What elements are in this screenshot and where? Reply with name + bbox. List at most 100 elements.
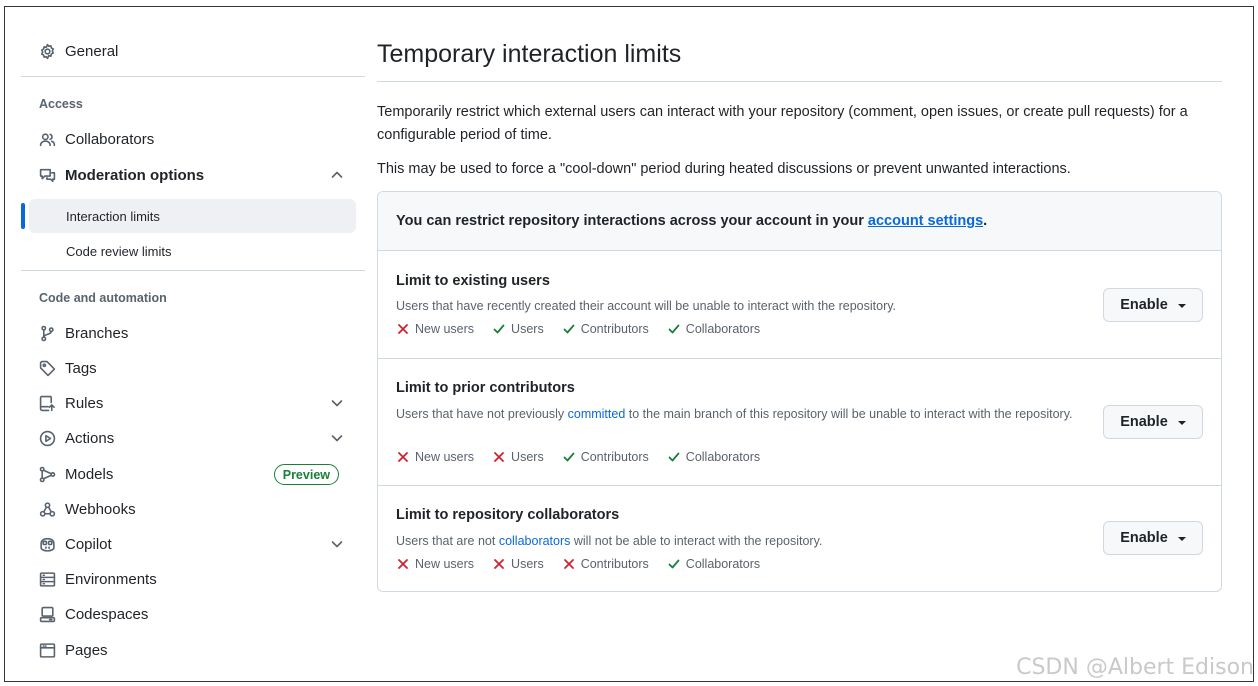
preview-badge: Preview [273, 464, 339, 485]
sidebar-item-tags[interactable]: Tags [21, 351, 357, 385]
limit-row-existing-users: Limit to existing users Users that have … [378, 251, 1221, 358]
sidebar-item-label: Actions [65, 429, 115, 447]
collaborators-link[interactable]: collaborators [499, 534, 571, 548]
watermark: CSDN @Albert Edison [1016, 655, 1254, 680]
sidebar-divider [21, 270, 365, 271]
enable-button-label: Enable [1120, 530, 1168, 546]
perm-contributors: Contributors [562, 557, 649, 571]
sidebar-item-label: Collaborators [65, 130, 155, 148]
limit-row-prior-contributors: Limit to prior contributors Users that h… [378, 358, 1221, 485]
repo-push-icon [38, 394, 56, 412]
enable-button[interactable]: Enable [1103, 288, 1203, 322]
people-icon [38, 130, 56, 148]
sidebar-item-label: Copilot [65, 535, 112, 553]
sidebar-item-label: Rules [65, 394, 104, 412]
perm-collaborators: Collaborators [667, 557, 760, 571]
sidebar-item-label: Codespaces [65, 605, 149, 623]
sidebar-item-collaborators[interactable]: Collaborators [21, 122, 357, 156]
sidebar-item-label: Models [65, 465, 114, 483]
limit-description: Users that have not previously committed… [396, 407, 1073, 421]
limit-description: Users that have recently created their a… [396, 299, 897, 313]
perm-users: Users [492, 557, 544, 571]
sidebar-item-label: Moderation options [65, 166, 205, 184]
sidebar-item-label: Tags [65, 359, 97, 377]
sidebar-item-copilot[interactable]: Copilot [21, 527, 357, 561]
sidebar-item-label: General [65, 42, 119, 60]
caret-down-icon [1177, 421, 1186, 425]
sidebar-item-models[interactable]: Models Preview [21, 457, 357, 491]
sidebar-item-rules[interactable]: Rules [21, 386, 357, 420]
check-icon [563, 452, 575, 462]
sidebar-item-webhooks[interactable]: Webhooks [21, 492, 357, 526]
sidebar-item-moderation-options[interactable]: Moderation options [21, 158, 357, 192]
section-label-access: Access [39, 97, 83, 111]
enable-button-label: Enable [1120, 297, 1168, 313]
perm-collaborators: Collaborators [667, 450, 760, 464]
title-divider [377, 81, 1222, 82]
committed-link[interactable]: committed [568, 407, 626, 421]
sidebar-item-branches[interactable]: Branches [21, 316, 357, 350]
chevron-down-icon[interactable] [329, 395, 345, 411]
x-icon [398, 452, 408, 462]
sidebar-item-environments[interactable]: Environments [21, 562, 357, 596]
sidebar-item-interaction-limits[interactable]: Interaction limits [29, 199, 356, 233]
limit-description: Users that are not collaborators will no… [396, 534, 823, 548]
x-icon [563, 559, 574, 569]
section-label-code-automation: Code and automation [39, 291, 167, 305]
perm-contributors: Contributors [562, 450, 649, 464]
intro-text: Temporarily restrict which external user… [377, 104, 1188, 143]
permission-list: New users Users Contributors Collaborato… [396, 450, 778, 464]
webhook-icon [38, 500, 56, 518]
sidebar-item-label: Branches [65, 324, 129, 342]
git-branch-icon [38, 324, 56, 342]
chevron-up-icon[interactable] [329, 167, 345, 183]
notice-text: You can restrict repository interactions… [396, 213, 864, 229]
caret-down-icon [1177, 304, 1186, 308]
chevron-down-icon[interactable] [329, 536, 345, 552]
x-icon [494, 452, 504, 462]
enable-button-label: Enable [1120, 414, 1168, 430]
interaction-limits-box: You can restrict repository interactions… [377, 191, 1222, 592]
page-title: Temporary interaction limits [377, 40, 682, 68]
sidebar-item-actions[interactable]: Actions [21, 421, 357, 455]
enable-button[interactable]: Enable [1103, 521, 1203, 555]
sidebar-item-general[interactable]: General [21, 34, 357, 68]
copilot-icon [38, 535, 56, 553]
sidebar-item-label: Environments [65, 570, 157, 588]
sidebar-item-codespaces[interactable]: Codespaces [21, 597, 357, 631]
sidebar-item-label: Webhooks [65, 500, 136, 518]
browser-icon [38, 641, 56, 659]
enable-button[interactable]: Enable [1103, 405, 1203, 439]
workflow-icon [38, 465, 56, 483]
account-notice: You can restrict repository interactions… [378, 192, 1221, 251]
permission-list: New users Users Contributors Collaborato… [396, 322, 778, 336]
sidebar-divider [21, 76, 365, 77]
notice-suffix: . [983, 213, 988, 229]
perm-users: Users [492, 450, 544, 464]
caret-down-icon [1177, 537, 1186, 541]
limit-title: Limit to repository collaborators [396, 507, 620, 523]
account-settings-link[interactable]: account settings [868, 213, 983, 229]
check-icon [668, 452, 680, 462]
perm-users: Users [492, 322, 544, 336]
perm-contributors: Contributors [562, 322, 649, 336]
limit-row-repository-collaborators: Limit to repository collaborators Users … [378, 485, 1221, 591]
check-icon [493, 324, 505, 334]
sidebar-item-code-review-limits[interactable]: Code review limits [29, 234, 356, 268]
sidebar-item-label: Pages [65, 641, 108, 659]
perm-new-users: New users [396, 322, 474, 336]
perm-collaborators: Collaborators [667, 322, 760, 336]
tag-icon [38, 359, 56, 377]
limit-title: Limit to existing users [396, 273, 550, 289]
x-icon [398, 559, 408, 569]
perm-new-users: New users [396, 450, 474, 464]
permission-list: New users Users Contributors Collaborato… [396, 557, 778, 571]
comment-discussion-icon [38, 166, 56, 184]
cooldown-text: This may be used to force a "cool-down" … [377, 161, 1071, 177]
chevron-down-icon[interactable] [329, 430, 345, 446]
limit-title: Limit to prior contributors [396, 380, 575, 396]
settings-window: General Access Collaborators Moderation … [4, 6, 1254, 682]
check-icon [668, 559, 680, 569]
sidebar-item-pages[interactable]: Pages [21, 633, 357, 667]
gear-icon [38, 42, 56, 60]
